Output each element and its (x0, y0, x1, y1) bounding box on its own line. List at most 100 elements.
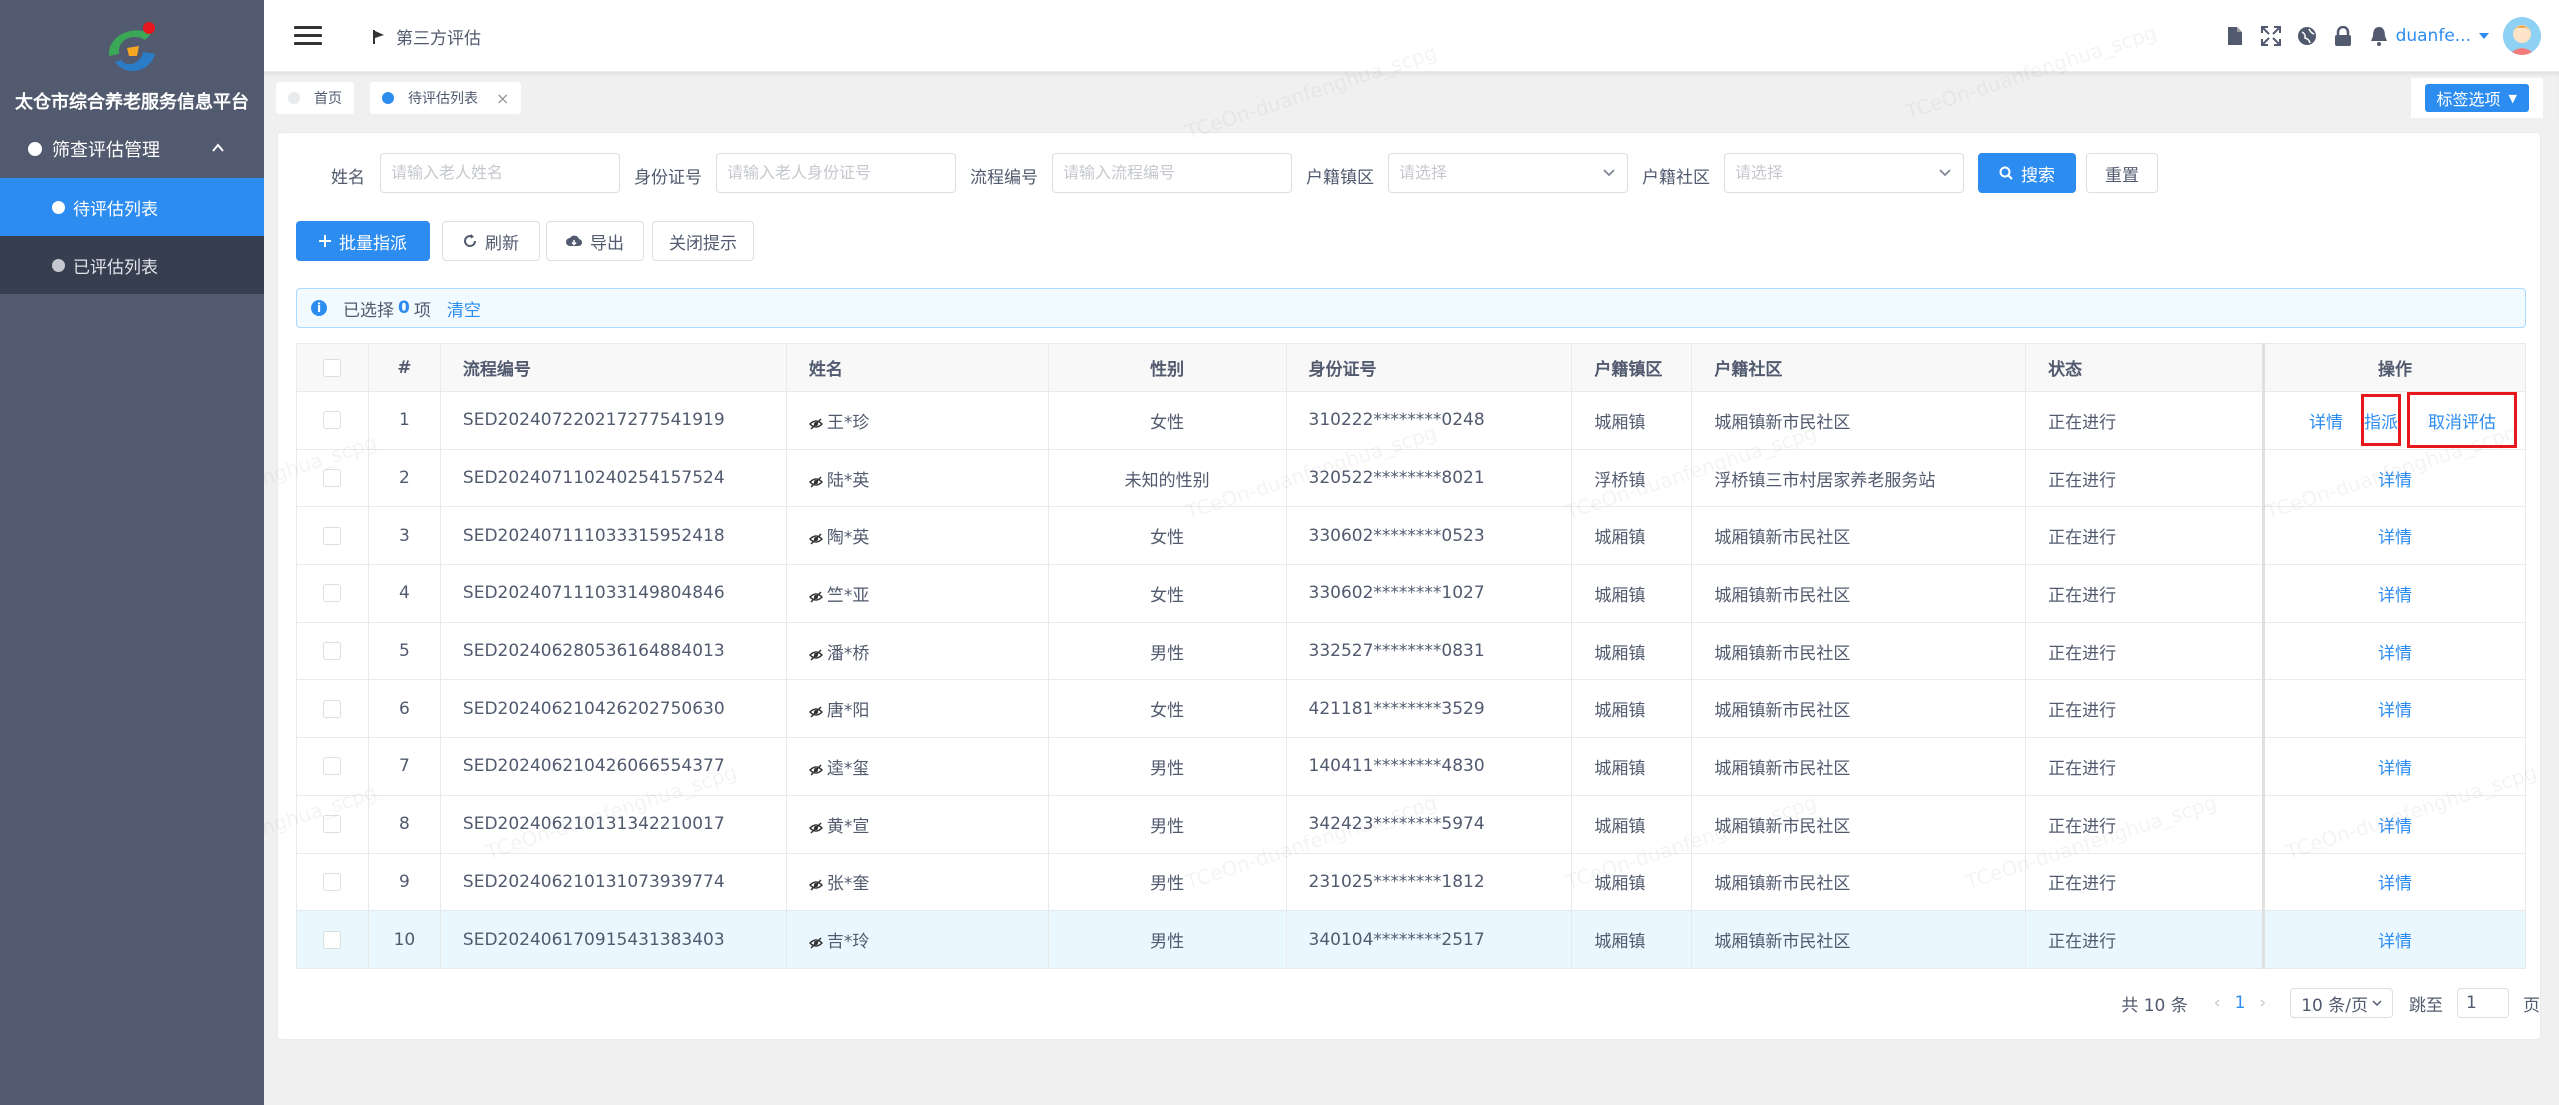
flow-number-input[interactable]: 请输入流程编号 (1052, 153, 1292, 193)
sidebar-item-pending-evaluation[interactable]: 待评估列表 (0, 178, 264, 236)
row-checkbox[interactable] (323, 584, 342, 603)
row-checkbox[interactable] (323, 757, 342, 776)
row-checkbox-cell[interactable] (296, 622, 369, 681)
row-checkbox[interactable] (323, 642, 342, 661)
detail-link[interactable]: 详情 (2378, 759, 2412, 779)
eye-off-icon[interactable] (808, 533, 823, 545)
username[interactable]: duanfe... (2396, 26, 2471, 46)
row-checkbox-cell[interactable] (296, 910, 369, 969)
chevron-down-icon (1939, 169, 1951, 177)
table-row[interactable]: 5 SED20240628053616488401​3 潘*桥 男性 332527***… (296, 622, 2527, 681)
page-number[interactable]: 1 (2235, 993, 2246, 1013)
avatar[interactable] (2503, 17, 2541, 55)
detail-link[interactable]: 详情 (2309, 408, 2343, 433)
row-checkbox[interactable] (323, 872, 342, 891)
eye-off-icon[interactable] (808, 476, 823, 488)
bell-icon[interactable] (2368, 25, 2390, 47)
tag-pending-evaluation[interactable]: 待评估列表 × (370, 82, 522, 114)
id-number-input[interactable]: 请输入老人身份证号 (716, 153, 956, 193)
row-checkbox-cell[interactable] (296, 506, 369, 566)
sidebar-item-evaluated[interactable]: 已评估列表 (0, 236, 264, 294)
eye-off-icon[interactable] (808, 706, 823, 718)
document-icon[interactable] (2224, 25, 2246, 47)
row-checkbox[interactable] (323, 699, 342, 718)
detail-link[interactable]: 详情 (2378, 644, 2412, 664)
select-all-checkbox[interactable] (323, 358, 342, 377)
detail-link[interactable]: 详情 (2378, 471, 2412, 491)
row-checkbox-cell[interactable] (296, 564, 369, 623)
tag-home[interactable]: 首页 (276, 82, 354, 114)
row-checkbox-cell[interactable] (296, 737, 369, 796)
row-checkbox-cell[interactable] (296, 679, 369, 739)
table-row[interactable]: 1 SED20240722021727754191​9 王*珍 女性 310222***… (296, 391, 2527, 450)
table-row[interactable]: 8 SED20240621013134221001​7 黄*宣 男性 342423***… (296, 795, 2527, 854)
batch-assign-button[interactable]: 批量指派 (296, 221, 430, 261)
row-checkbox[interactable] (323, 411, 342, 430)
cancel-evaluation-link[interactable]: 取消评估 (2428, 408, 2496, 433)
search-button[interactable]: 搜索 (1978, 153, 2076, 193)
row-checkbox[interactable] (323, 930, 342, 949)
jump-input[interactable]: 1 (2457, 988, 2509, 1018)
prev-page-button[interactable]: ‹ (2214, 993, 2221, 1013)
detail-link[interactable]: 详情 (2378, 528, 2412, 548)
row-index: 5 (368, 622, 441, 681)
status-cell: 正在进行 (2025, 853, 2264, 912)
next-page-button[interactable]: › (2259, 993, 2266, 1013)
export-button[interactable]: 导出 (546, 221, 644, 261)
status-cell: 正在进行 (2025, 391, 2264, 450)
detail-link[interactable]: 详情 (2378, 817, 2412, 837)
fullscreen-icon[interactable] (2260, 25, 2282, 47)
table-row[interactable]: 4 SED20240711103314980484​6 竺*亚 女性 330602***… (296, 564, 2527, 623)
clear-selection-link[interactable]: 清空 (447, 296, 481, 321)
flow-number-cell: SED20240711103331595241​8 (440, 506, 787, 566)
reset-button[interactable]: 重置 (2086, 153, 2158, 193)
row-checkbox[interactable] (323, 469, 342, 488)
row-checkbox-cell[interactable] (296, 795, 369, 854)
eye-off-icon[interactable] (808, 591, 823, 603)
page-size-select[interactable]: 10 条/页 (2290, 988, 2393, 1018)
select-all-checkbox-cell[interactable] (296, 343, 369, 392)
assign-link[interactable]: 指派 (2364, 408, 2398, 433)
eye-off-icon[interactable] (808, 418, 823, 430)
community-cell: 浮桥镇三市村居家养老服务站 (1691, 449, 2027, 508)
row-checkbox-cell[interactable] (296, 449, 369, 508)
name-input[interactable]: 请输入老人姓名 (380, 153, 620, 193)
globe-icon[interactable] (2296, 25, 2318, 47)
status-cell: 正在进行 (2025, 737, 2264, 796)
eye-off-icon[interactable] (808, 649, 823, 661)
detail-link[interactable]: 详情 (2378, 874, 2412, 894)
table-row[interactable]: 6 SED20240621042620275063​0 唐*阳 女性 421181***… (296, 679, 2527, 739)
community-select[interactable]: 请选择 (1724, 153, 1964, 193)
eye-off-icon[interactable] (808, 937, 823, 949)
detail-link[interactable]: 详情 (2378, 701, 2412, 721)
row-checkbox[interactable] (323, 526, 342, 545)
table-row[interactable]: 3 SED20240711103331595241​8 陶*英 女性 330602***… (296, 506, 2527, 566)
table-row[interactable]: 10 SED20240617091543138340​3 吉*玲 男性 340104**… (296, 910, 2527, 969)
table-row[interactable]: 7 SED20240621042606655437​7 逵*玺 男性 140411***… (296, 737, 2527, 796)
caret-down-icon[interactable] (2479, 32, 2489, 40)
close-icon[interactable]: × (496, 89, 509, 108)
refresh-button[interactable]: 刷新 (442, 221, 540, 261)
name-value: 吉*玲 (826, 932, 870, 953)
table-row[interactable]: 2 SED20240711024025415752​4 陆*英 未知的性别 320522… (296, 449, 2527, 508)
eye-off-icon[interactable] (808, 879, 823, 891)
eye-off-icon[interactable] (808, 764, 823, 776)
eye-off-icon[interactable] (808, 822, 823, 834)
name-cell: 陆*英 (786, 449, 1049, 508)
menu-toggle-icon[interactable] (294, 26, 322, 46)
name-value: 张*奎 (826, 874, 870, 895)
close-tip-button[interactable]: 关闭提示 (652, 221, 754, 261)
row-checkbox[interactable] (323, 815, 342, 834)
row-checkbox-cell[interactable] (296, 853, 369, 912)
detail-link[interactable]: 详情 (2378, 932, 2412, 952)
logo-icon (108, 22, 155, 72)
row-checkbox-cell[interactable] (296, 391, 369, 450)
detail-link[interactable]: 详情 (2378, 586, 2412, 606)
menu-group-screening[interactable]: 筛查评估管理 (0, 120, 264, 178)
town-select[interactable]: 请选择 (1388, 153, 1628, 193)
lock-icon[interactable] (2332, 25, 2354, 47)
table-row[interactable]: 9 SED20240621013107393977​4 张*奎 男性 231025***… (296, 853, 2527, 912)
search-form: 姓名 请输入老人姓名 身份证号 请输入老人身份证号 流程编号 请输入流程编号 户… (278, 153, 2540, 193)
town-cell: 城厢镇 (1571, 506, 1693, 566)
tag-options-button[interactable]: 标签选项 ▼ (2424, 84, 2529, 112)
